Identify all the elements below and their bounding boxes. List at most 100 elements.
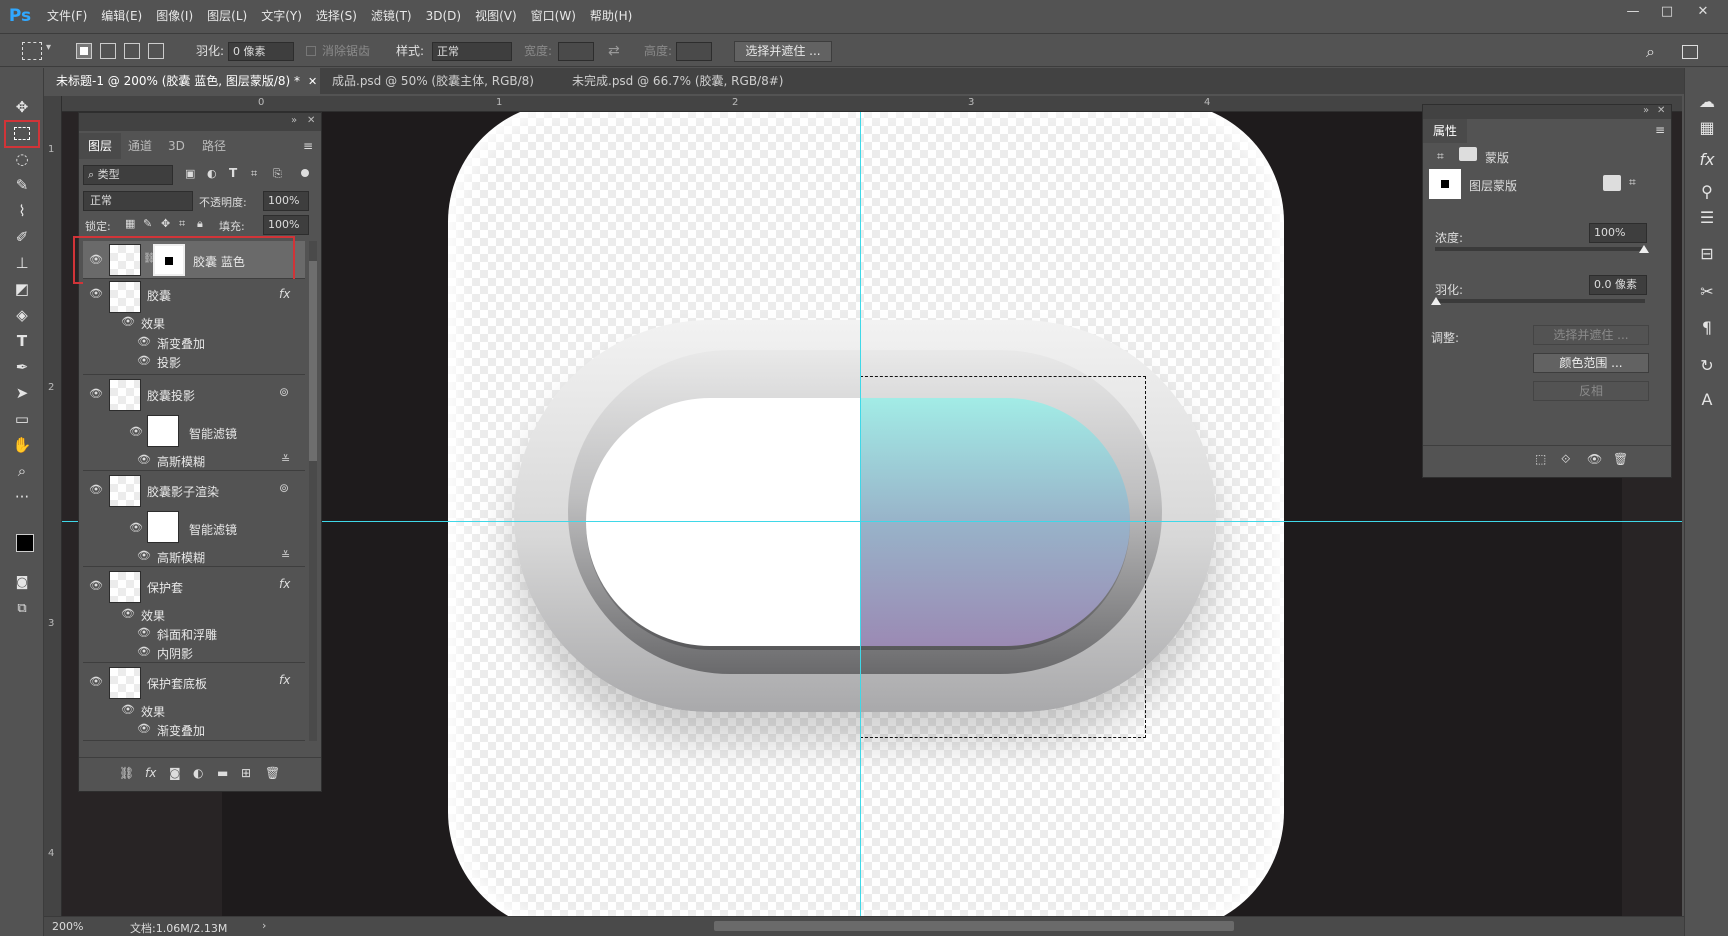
effect-bevel-emboss[interactable]: 斜面和浮雕: [157, 626, 217, 643]
marquee-preset-icon[interactable]: [22, 42, 42, 60]
opacity-input[interactable]: 100%: [263, 191, 309, 211]
menu-type[interactable]: 文字(Y): [254, 0, 309, 32]
lock-all-icon[interactable]: 🔒︎: [197, 217, 203, 231]
tab-channels[interactable]: 通道: [119, 133, 161, 159]
chevron-down-icon[interactable]: ▾: [46, 42, 51, 53]
vertical-guide[interactable]: [860, 112, 861, 916]
quick-mask-icon[interactable]: ◙: [8, 572, 36, 594]
fill-tool-icon[interactable]: ◈: [8, 304, 36, 326]
minimize-button[interactable]: —: [1616, 0, 1650, 22]
delete-layer-icon[interactable]: 🗑︎: [265, 766, 280, 780]
zoom-tool-icon[interactable]: ⌕: [8, 460, 36, 482]
effect-gradient-overlay[interactable]: 渐变叠加: [157, 722, 205, 739]
adjustments-panel-icon[interactable]: ☰: [1695, 206, 1719, 230]
layers-scrollbar[interactable]: [309, 241, 317, 741]
eye-icon[interactable]: 👁︎: [137, 335, 151, 349]
panel-menu-icon[interactable]: ≡: [1655, 123, 1665, 137]
filter-smart-icon[interactable]: ⎘: [273, 167, 282, 181]
character-panel-icon[interactable]: A: [1695, 388, 1719, 412]
crop-eyedropper-icon[interactable]: ⌇: [8, 200, 36, 222]
add-mask-icon[interactable]: ◙: [169, 766, 181, 780]
new-group-icon[interactable]: ▬: [217, 766, 228, 780]
eye-icon[interactable]: 👁︎: [137, 453, 151, 467]
feather-input[interactable]: 0.0 像素: [1589, 275, 1647, 295]
eye-icon[interactable]: 👁︎: [121, 607, 135, 621]
eye-icon[interactable]: 👁︎: [89, 287, 103, 301]
close-tab-icon[interactable]: ✕: [308, 75, 317, 88]
eye-icon[interactable]: 👁︎: [137, 645, 151, 659]
eye-icon[interactable]: 👁︎: [121, 315, 135, 329]
tab-paths[interactable]: 路径: [193, 133, 235, 159]
menu-view[interactable]: 视图(V): [468, 0, 524, 32]
layer-row-case-base[interactable]: 👁︎ 保护套底板 fx 👁︎ 效果 👁︎ 渐变叠加: [83, 663, 305, 741]
pen-tool-icon[interactable]: ✒: [8, 356, 36, 378]
menu-image[interactable]: 图像(I): [149, 0, 200, 32]
brush-panel-icon[interactable]: ⚲: [1695, 180, 1719, 204]
density-slider[interactable]: [1435, 245, 1649, 253]
path-select-icon[interactable]: ➤: [8, 382, 36, 404]
subtract-selection-icon[interactable]: [124, 43, 140, 59]
effect-drop-shadow[interactable]: 投影: [157, 354, 181, 371]
lock-pixels-icon[interactable]: ✎: [143, 217, 152, 230]
layer-row-capsule-shadow-render[interactable]: 👁︎ 胶囊影子渲染 ⊚ 👁︎ 智能滤镜 👁︎ 高斯模糊 ≚: [83, 471, 305, 567]
menu-filter[interactable]: 滤镜(T): [364, 0, 419, 32]
select-and-mask-button[interactable]: 选择并遮住 ...: [1533, 325, 1649, 345]
filter-options-icon[interactable]: ≚: [281, 453, 290, 466]
vector-mask-icon[interactable]: [1459, 147, 1477, 161]
hand-tool-icon[interactable]: ✋: [8, 434, 36, 456]
filter-gaussian-blur[interactable]: 高斯模糊: [157, 453, 205, 470]
antialias-checkbox[interactable]: [306, 46, 316, 56]
swap-icon[interactable]: ⇄: [608, 42, 620, 61]
fill-input[interactable]: 100%: [263, 215, 309, 235]
pixel-mask-icon[interactable]: ⌗: [1437, 149, 1444, 164]
filter-toggle-icon[interactable]: [301, 169, 309, 177]
eye-icon[interactable]: 👁︎: [129, 425, 143, 439]
menu-select[interactable]: 选择(S): [309, 0, 364, 32]
screen-mode-icon[interactable]: ⧉: [8, 598, 36, 620]
new-layer-icon[interactable]: ⊞: [241, 766, 251, 780]
new-adjustment-icon[interactable]: ◐: [193, 766, 203, 780]
search-icon[interactable]: ⌕: [1646, 42, 1655, 61]
lock-position-icon[interactable]: ✥: [161, 217, 170, 230]
selection-marquee[interactable]: [860, 376, 1146, 738]
effect-gradient-overlay[interactable]: 渐变叠加: [157, 335, 205, 352]
tab-untitled-1[interactable]: 未标题-1 @ 200% (胶囊 蓝色, 图层蒙版/8) * ✕: [44, 68, 320, 94]
filter-gaussian-blur[interactable]: 高斯模糊: [157, 549, 205, 566]
menu-edit[interactable]: 编辑(E): [94, 0, 149, 32]
menu-window[interactable]: 窗口(W): [524, 0, 583, 32]
libraries-panel-icon[interactable]: ⊟: [1695, 242, 1719, 266]
eye-icon[interactable]: 👁︎: [89, 387, 103, 401]
paragraph-panel-icon[interactable]: ¶: [1695, 316, 1719, 340]
feather-slider[interactable]: [1431, 297, 1645, 305]
color-range-button[interactable]: 颜色范围 ...: [1533, 353, 1649, 373]
panel-menu-icon[interactable]: ≡: [303, 139, 313, 153]
close-panel-icon[interactable]: ✕: [1657, 105, 1665, 116]
eraser-tool-icon[interactable]: ◩: [8, 278, 36, 300]
layer-row-capsule[interactable]: 👁︎ 胶囊 fx 👁︎ 效果 👁︎ 渐变叠加 👁︎ 投影: [83, 279, 305, 375]
zoom-level[interactable]: 200%: [52, 920, 83, 933]
add-to-selection-icon[interactable]: [100, 43, 116, 59]
eye-icon[interactable]: 👁︎: [137, 549, 151, 563]
eye-icon[interactable]: 👁︎: [137, 354, 151, 368]
move-tool-icon[interactable]: ✥: [8, 96, 36, 118]
maximize-button[interactable]: □: [1650, 0, 1684, 22]
lasso-tool-icon[interactable]: ◌: [8, 148, 36, 170]
color-panel-icon[interactable]: ☁: [1695, 90, 1719, 114]
style-select[interactable]: 正常: [432, 42, 512, 61]
height-input[interactable]: [676, 42, 712, 61]
filter-options-icon[interactable]: ≚: [281, 549, 290, 562]
stamp-tool-icon[interactable]: ⊥: [8, 252, 36, 274]
menu-3d[interactable]: 3D(D): [419, 0, 468, 32]
history-panel-icon[interactable]: ↻: [1695, 354, 1719, 378]
eye-icon[interactable]: 👁︎: [89, 675, 103, 689]
collapse-panel-icon[interactable]: »: [291, 115, 297, 126]
filter-type-icon[interactable]: T: [229, 166, 237, 180]
quick-select-tool-icon[interactable]: ✎: [8, 174, 36, 196]
delete-mask-icon[interactable]: 🗑︎: [1613, 452, 1628, 466]
width-input[interactable]: [558, 42, 594, 61]
effect-inner-shadow[interactable]: 内阴影: [157, 645, 193, 662]
select-and-mask-button[interactable]: 选择并遮住 ...: [734, 41, 832, 62]
fx-icon[interactable]: fx: [279, 287, 290, 301]
horizontal-scrollbar[interactable]: [714, 921, 1234, 931]
clone-panel-icon[interactable]: ✂: [1695, 280, 1719, 304]
